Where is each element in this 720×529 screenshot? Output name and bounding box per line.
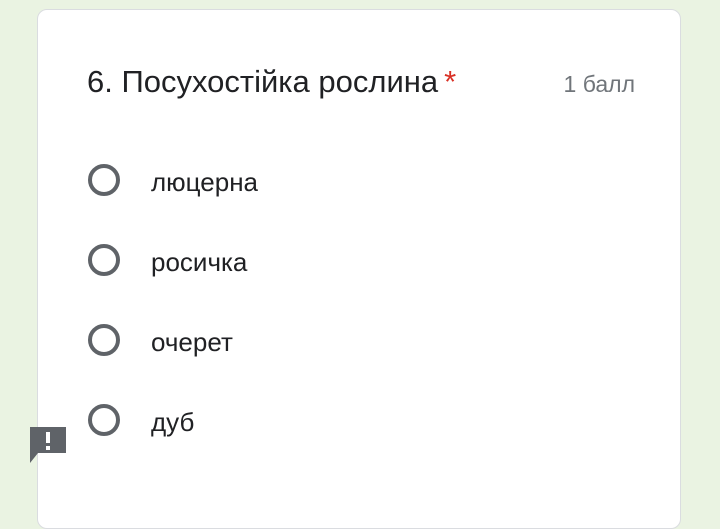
option-row[interactable]: очерет — [86, 322, 586, 402]
report-problem-icon — [30, 427, 66, 463]
option-row[interactable]: дуб — [86, 402, 586, 482]
radio-button[interactable] — [88, 404, 120, 436]
radio-button[interactable] — [88, 164, 120, 196]
option-row[interactable]: люцерна — [86, 162, 586, 242]
option-row[interactable]: росичка — [86, 242, 586, 322]
option-label: люцерна — [151, 167, 259, 197]
points-label: 1 балл — [563, 71, 635, 97]
option-label: росичка — [151, 247, 248, 277]
report-problem-button[interactable] — [28, 425, 68, 465]
question-title: 6. Посухостійка рослина — [87, 64, 439, 99]
option-label: очерет — [151, 327, 233, 357]
question-title-row: 6. Посухостійка рослина * — [87, 62, 456, 102]
question-header: 6. Посухостійка рослина * 1 балл — [87, 62, 635, 102]
required-marker: * — [444, 64, 457, 99]
radio-button[interactable] — [88, 324, 120, 356]
question-card: 6. Посухостійка рослина * 1 балл люцерна … — [37, 9, 681, 529]
radio-button[interactable] — [88, 244, 120, 276]
option-label: дуб — [151, 407, 195, 437]
options-list: люцерна росичка очерет дуб — [86, 162, 586, 482]
